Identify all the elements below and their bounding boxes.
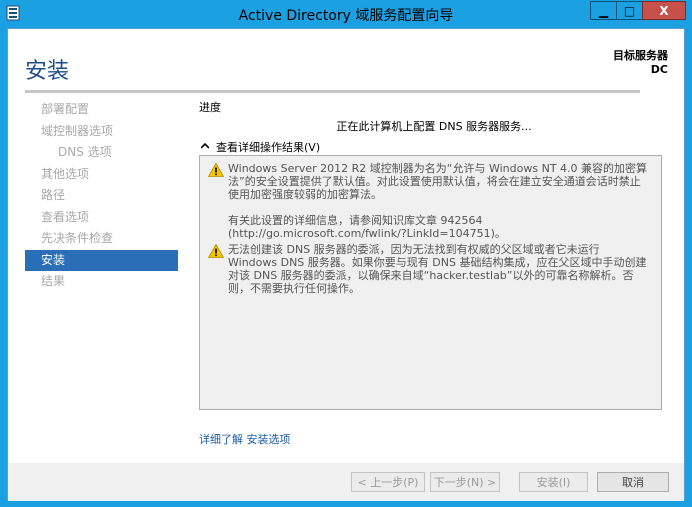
progress-label: 进度 <box>199 101 221 114</box>
detailed-results-panel[interactable]: Windows Server 2012 R2 域控制器为名为“允许与 Windo… <box>199 155 662 410</box>
close-button[interactable]: X <box>642 1 686 20</box>
wizard-footer: < 上一步(P) 下一步(N) > 安装(I) 取消 <box>8 463 684 501</box>
warning-icon <box>207 162 225 240</box>
maximize-button[interactable]: □ <box>616 1 643 20</box>
nav-item-dns-options: DNS 选项 <box>58 145 112 159</box>
previous-button[interactable]: < 上一步(P) <box>351 472 425 492</box>
install-content: 进度 正在此计算机上配置 DNS 服务器服务... 查看详细操作结果(V) Wi… <box>199 99 669 410</box>
view-detailed-results-toggle[interactable]: 查看详细操作结果(V) <box>200 139 321 155</box>
details-toggle-label: 查看详细操作结果(V) <box>216 141 321 154</box>
wizard-nav: 部署配置 域控制器选项 DNS 选项 其他选项 路径 查看选项 先决条件检查 安… <box>25 99 178 293</box>
title-bar[interactable]: Active Directory 域服务配置向导 ▁ □ X <box>0 0 692 28</box>
minimize-button[interactable]: ▁ <box>590 1 617 20</box>
target-server-label: 目标服务器 <box>613 49 668 62</box>
result-message: 无法创建该 DNS 服务器的委派，因为无法找到有权威的父区域或者它未运行 Win… <box>207 243 651 295</box>
nav-item-additional-options: 其他选项 <box>41 166 90 181</box>
next-button[interactable]: 下一步(N) > <box>430 472 500 492</box>
chevron-up-icon <box>200 142 210 152</box>
wizard-window: Active Directory 域服务配置向导 ▁ □ X 安装 目标服务器 … <box>0 0 692 507</box>
wizard-client-area: 安装 目标服务器 DC 部署配置 域控制器选项 DNS 选项 其他选项 路径 查… <box>7 28 685 501</box>
maximize-icon: □ <box>623 3 636 18</box>
progress-status-text: 正在此计算机上配置 DNS 服务器服务... <box>336 120 532 133</box>
nav-item-dc-options: 域控制器选项 <box>41 123 114 138</box>
close-icon: X <box>659 3 669 18</box>
nav-item-results: 结果 <box>41 274 66 288</box>
nav-item-prerequisites-check: 先决条件检查 <box>41 231 114 245</box>
result-message-text: 无法创建该 DNS 服务器的委派，因为无法找到有权威的父区域或者它未运行 Win… <box>228 243 647 295</box>
nav-item-review-options: 查看选项 <box>41 209 90 224</box>
nav-item-deployment-config: 部署配置 <box>41 102 90 116</box>
page-title: 安装 <box>25 59 70 84</box>
install-button[interactable]: 安装(I) <box>519 472 588 492</box>
result-message: Windows Server 2012 R2 域控制器为名为“允许与 Windo… <box>207 162 651 240</box>
result-message-text: Windows Server 2012 R2 域控制器为名为“允许与 Windo… <box>228 162 648 201</box>
window-title: Active Directory 域服务配置向导 <box>238 8 454 24</box>
header-divider <box>25 90 640 93</box>
target-server-info: 目标服务器 DC <box>613 49 668 77</box>
nav-item-installation[interactable]: 安装 <box>25 249 178 271</box>
target-server-name: DC <box>650 63 668 76</box>
cancel-button[interactable]: 取消 <box>597 472 669 492</box>
minimize-icon: ▁ <box>598 3 609 18</box>
result-message-text: 有关此设置的详细信息，请参阅知识库文章 942564 (http://go.mi… <box>228 214 506 240</box>
warning-icon <box>207 243 225 295</box>
nav-item-paths: 路径 <box>41 188 66 202</box>
learn-more-link[interactable]: 详细了解 安装选项 <box>199 431 291 447</box>
